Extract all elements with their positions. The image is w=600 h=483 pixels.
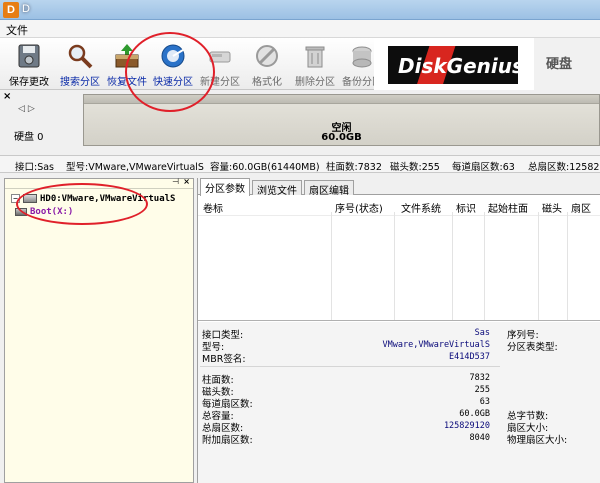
recover-box-icon	[115, 44, 139, 68]
column-header[interactable]: 序号(状态)	[335, 200, 383, 215]
recover-files-label: 恢复文件	[107, 77, 147, 88]
detail-value: 63	[479, 397, 490, 407]
detail-label: MBR签名:	[202, 354, 246, 365]
partition-table: 卷标 序号(状态) 文件系统 标识 起始柱面 磁头 扇区	[198, 195, 600, 321]
trash-icon	[305, 46, 325, 68]
new-partition-icon	[209, 51, 231, 63]
tab-bar: 分区参数 浏览文件 扇区编辑	[198, 178, 600, 197]
column-header[interactable]: 文件系统	[401, 200, 441, 215]
delete-partition-button[interactable]: 删除分区	[290, 40, 340, 88]
tree-item-partition[interactable]: Boot(X:)	[15, 207, 73, 217]
banner-logo: DiskGenius 硬盘	[374, 38, 600, 90]
menu-bar: 文件	[0, 20, 600, 38]
disk-info-bar: 接口:Sas 型号:VMware,VMwareVirtualS 容量:60.0G…	[0, 155, 600, 173]
banner-text-right: 硬盘	[546, 56, 572, 72]
disk-parameters: 接口类型: Sas 型号: VMware,VMwareVirtualS MBR签…	[198, 322, 600, 483]
app-icon: D	[3, 2, 19, 18]
info-interface: 接口:Sas	[15, 162, 55, 173]
tree-item-disk[interactable]: − HD0:VMware,VMwareVirtualS	[11, 194, 175, 204]
detail-value: Sas	[474, 328, 490, 338]
detail-value: 7832	[469, 373, 490, 383]
format-icon	[256, 45, 278, 67]
column-header[interactable]: 卷标	[203, 200, 223, 215]
disk-map-panel: × ◁▷ 硬盘 0 空闲 60.0GB	[0, 90, 600, 154]
tab-browse-files[interactable]: 浏览文件	[252, 180, 302, 197]
detail-label: 物理扇区大小:	[507, 435, 568, 446]
info-model: 型号:VMware,VMwareVirtualS	[66, 162, 204, 173]
new-partition-button[interactable]: 新建分区	[195, 40, 245, 88]
column-header[interactable]: 起始柱面	[488, 200, 528, 215]
search-partition-button[interactable]: 搜索分区	[55, 40, 105, 88]
magnifier-icon	[68, 44, 93, 69]
detail-value: 60.0GB	[459, 409, 490, 419]
disk-label: 硬盘 0	[14, 132, 44, 143]
close-icon[interactable]: ×	[183, 177, 190, 186]
recover-files-button[interactable]: 恢复文件	[102, 40, 152, 88]
details-panel: 分区参数 浏览文件 扇区编辑 卷标 序号(状态) 文件系统 标识 起始柱面 磁头…	[197, 178, 600, 483]
close-icon[interactable]: ×	[3, 91, 11, 102]
collapse-icon[interactable]: −	[11, 194, 20, 203]
hard-disk-icon	[23, 194, 37, 203]
pin-icon[interactable]: ⊣	[172, 177, 179, 186]
detail-label: 分区表类型:	[507, 342, 558, 353]
detail-value: 8040	[469, 433, 490, 443]
free-space-bar[interactable]: 空闲 60.0GB	[83, 94, 600, 146]
backup-icon	[352, 46, 372, 68]
info-heads: 磁头数:255	[390, 162, 440, 173]
tab-sector-edit[interactable]: 扇区编辑	[304, 180, 354, 197]
info-capacity: 容量:60.0GB(61440MB)	[210, 162, 320, 173]
banner-text: DiskGenius	[398, 54, 524, 78]
detail-value: 125829120	[443, 421, 490, 431]
diskgenius-banner: DiskGenius 硬盘	[374, 38, 600, 90]
column-header[interactable]: 磁头	[542, 200, 562, 215]
partition-size: 60.0GB	[321, 132, 362, 143]
format-button[interactable]: 格式化	[242, 40, 292, 88]
new-partition-label: 新建分区	[200, 77, 240, 88]
save-changes-button[interactable]: 保存更改	[4, 40, 54, 88]
disk-tree-panel: ⊣ × − HD0:VMware,VMwareVirtualS Boot(X:)	[4, 177, 194, 483]
detail-value: E414D537	[449, 352, 490, 362]
quick-partition-button[interactable]: 快速分区	[148, 40, 198, 88]
detail-value: VMware,VMwareVirtualS	[382, 340, 490, 350]
quick-partition-icon	[161, 44, 185, 68]
column-header[interactable]: 扇区	[571, 200, 591, 215]
info-sectors-per-track: 每道扇区数:63	[452, 162, 515, 173]
delete-partition-label: 删除分区	[295, 77, 335, 88]
save-changes-label: 保存更改	[9, 77, 49, 88]
menu-file[interactable]: 文件	[6, 22, 28, 38]
detail-label: 附加扇区数:	[202, 435, 253, 446]
title-bar: D D	[0, 0, 600, 20]
info-cylinders: 柱面数:7832	[326, 162, 382, 173]
partition-icon	[15, 207, 27, 216]
disk-nav-arrows[interactable]: ◁▷	[18, 104, 38, 114]
quick-partition-label: 快速分区	[153, 77, 193, 88]
info-total-sectors: 总扇区数:12582	[528, 162, 600, 173]
search-partition-label: 搜索分区	[60, 77, 100, 88]
save-icon	[18, 44, 40, 68]
tab-partition-params[interactable]: 分区参数	[200, 178, 250, 196]
window-title: D	[22, 3, 30, 15]
format-label: 格式化	[252, 77, 282, 88]
column-header[interactable]: 标识	[456, 200, 476, 215]
detail-value: 255	[474, 385, 490, 395]
